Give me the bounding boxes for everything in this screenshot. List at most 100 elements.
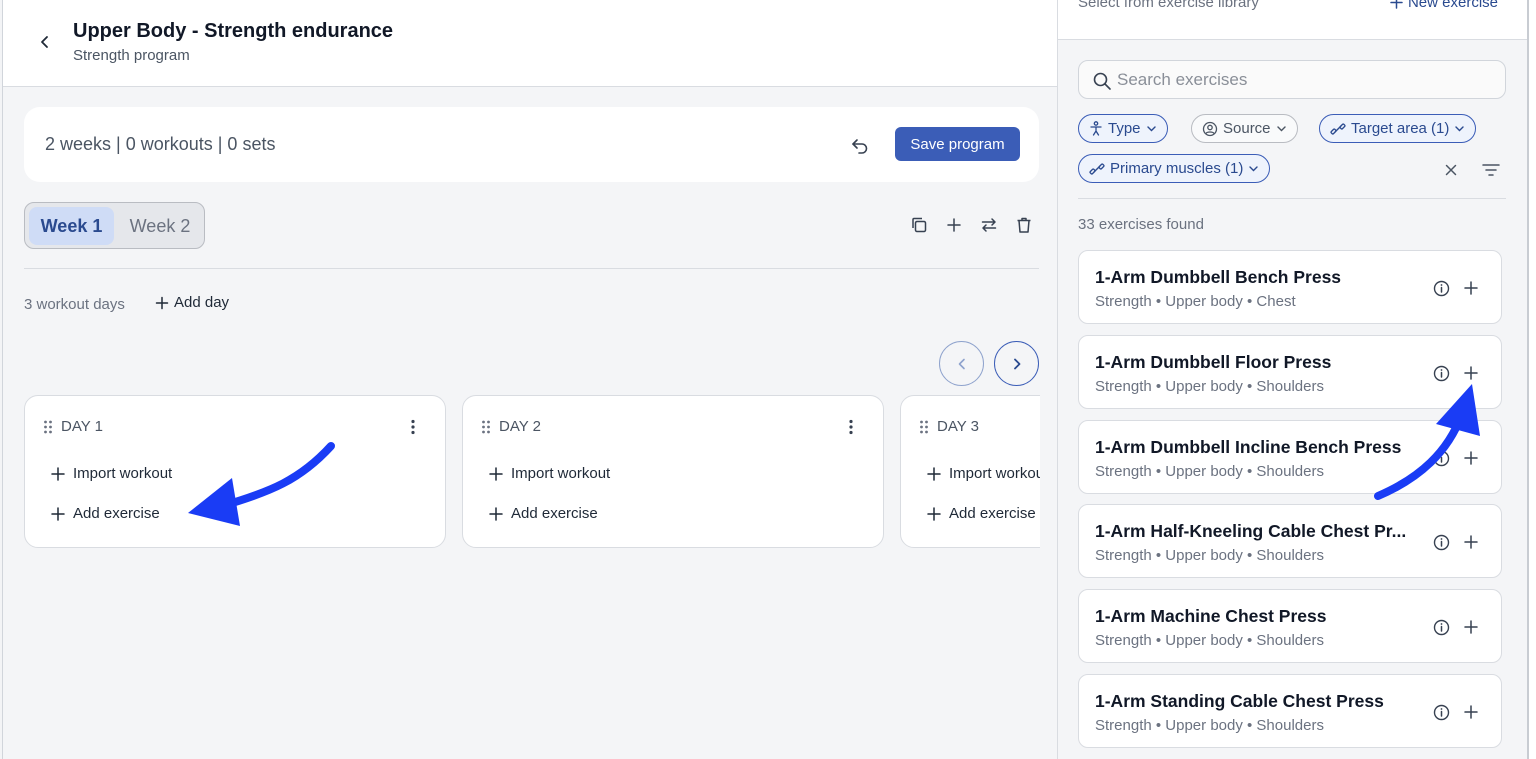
add-exercise-button[interactable]: Add exercise <box>489 505 598 522</box>
drag-handle-icon[interactable] <box>919 419 929 435</box>
day-card-3: DAY 3 Import workout Add exercise <box>900 395 1040 548</box>
exercise-name: 1-Arm Machine Chest Press <box>1095 606 1327 626</box>
undo-button[interactable] <box>846 131 874 159</box>
close-icon <box>1445 164 1457 176</box>
panel-header: Select from exercise library New exercis… <box>1058 0 1528 40</box>
import-workout-label: Import workout <box>511 465 611 482</box>
chevron-left-icon <box>41 36 48 48</box>
import-workout-button[interactable]: Import workout <box>51 465 172 482</box>
filter-target-area-label: Target area (1) <box>1351 120 1450 137</box>
filter-target-area[interactable]: Target area (1) <box>1319 114 1477 143</box>
chevron-down-icon <box>1276 126 1286 132</box>
add-day-button[interactable]: Add day <box>155 294 229 311</box>
filter-type[interactable]: Type <box>1078 114 1168 143</box>
exercise-info-button[interactable] <box>1431 278 1451 298</box>
exercise-card[interactable]: 1-Arm Half-Kneeling Cable Chest Pr... St… <box>1078 504 1502 578</box>
exercise-add-button[interactable] <box>1461 617 1481 637</box>
undo-icon <box>852 139 868 154</box>
filter-source-label: Source <box>1223 120 1271 137</box>
exercise-name: 1-Arm Standing Cable Chest Press <box>1095 691 1384 711</box>
exercise-card[interactable]: 1-Arm Machine Chest Press Strength • Upp… <box>1078 589 1502 663</box>
add-week-button[interactable] <box>943 213 964 237</box>
chevron-down-icon <box>1455 126 1465 132</box>
day-header: DAY 2 <box>481 418 541 435</box>
add-exercise-label: Add exercise <box>949 505 1036 522</box>
day-card-2: DAY 2 Import workout Add exercise <box>462 395 884 548</box>
days-next-button[interactable] <box>994 341 1039 386</box>
new-exercise-button[interactable]: New exercise <box>1390 0 1498 11</box>
section-divider <box>24 268 1039 269</box>
clear-filters-button[interactable] <box>1441 160 1461 180</box>
exercise-card[interactable]: 1-Arm Dumbbell Floor Press Strength • Up… <box>1078 335 1502 409</box>
exercise-card[interactable]: 1-Arm Dumbbell Bench Press Strength • Up… <box>1078 250 1502 324</box>
exercise-add-button[interactable] <box>1461 278 1481 298</box>
exercise-card[interactable]: 1-Arm Dumbbell Incline Bench Press Stren… <box>1078 420 1502 494</box>
copy-icon <box>911 217 926 233</box>
plus-icon <box>1464 366 1478 380</box>
plus-icon <box>927 466 941 481</box>
exercise-info-button[interactable] <box>1431 702 1451 722</box>
page-title: Upper Body - Strength endurance <box>73 20 394 42</box>
exercise-name: 1-Arm Dumbbell Floor Press <box>1095 352 1332 372</box>
copy-week-button[interactable] <box>908 213 929 237</box>
plus-icon <box>927 506 941 521</box>
day-label: DAY 3 <box>937 418 979 435</box>
import-workout-label: Import workout <box>949 465 1040 482</box>
exercise-name: 1-Arm Dumbbell Bench Press <box>1095 267 1342 287</box>
swap-week-button[interactable] <box>978 213 999 237</box>
plus-icon <box>51 506 65 521</box>
exercise-add-button[interactable] <box>1461 363 1481 383</box>
import-workout-button[interactable]: Import workout <box>489 465 610 482</box>
exercise-add-button[interactable] <box>1461 448 1481 468</box>
info-icon <box>1433 450 1449 466</box>
day-header: DAY 1 <box>43 418 103 435</box>
exercise-name: 1-Arm Dumbbell Incline Bench Press <box>1095 437 1402 457</box>
delete-week-button[interactable] <box>1013 213 1034 237</box>
tab-week-1[interactable]: Week 1 <box>29 207 114 245</box>
more-vertical-icon <box>411 419 415 435</box>
filter-lines-icon <box>1482 164 1500 176</box>
back-button[interactable] <box>31 28 59 56</box>
day-menu-button[interactable] <box>841 416 861 438</box>
add-exercise-button[interactable]: Add exercise <box>927 505 1036 522</box>
week-toolbar <box>908 213 1034 237</box>
exercise-meta: Strength • Upper body • Shoulders <box>1095 547 1324 564</box>
exercise-info-button[interactable] <box>1431 363 1451 383</box>
day-label: DAY 2 <box>499 418 541 435</box>
exercise-meta: Strength • Upper body • Shoulders <box>1095 463 1324 480</box>
search-input[interactable] <box>1117 67 1497 93</box>
plus-icon <box>155 296 169 309</box>
add-exercise-button[interactable]: Add exercise <box>51 505 160 522</box>
tab-week-2[interactable]: Week 2 <box>118 207 202 245</box>
exercise-info-button[interactable] <box>1431 617 1451 637</box>
exercise-add-button[interactable] <box>1461 702 1481 722</box>
results-count: 33 exercises found <box>1078 216 1204 233</box>
import-workout-button[interactable]: Import workout <box>927 465 1040 482</box>
filter-primary-muscles[interactable]: Primary muscles (1) <box>1078 154 1271 183</box>
exercise-card[interactable]: 1-Arm Standing Cable Chest Press Strengt… <box>1078 674 1502 748</box>
exercise-add-button[interactable] <box>1461 532 1481 552</box>
day-header: DAY 3 <box>919 418 979 435</box>
swap-icon <box>981 218 996 232</box>
chevron-left-icon <box>958 358 965 369</box>
program-editor: Upper Body - Strength endurance Strength… <box>2 0 1058 759</box>
filter-type-label: Type <box>1108 120 1141 137</box>
filter-source[interactable]: Source <box>1191 114 1298 143</box>
exercise-meta: Strength • Upper body • Shoulders <box>1095 378 1324 395</box>
drag-handle-icon[interactable] <box>43 419 53 435</box>
save-program-button[interactable]: Save program <box>895 127 1020 161</box>
program-summary-card: 2 weeks | 0 workouts | 0 sets Save progr… <box>24 107 1039 182</box>
trash-icon <box>1017 217 1030 233</box>
exercise-info-button[interactable] <box>1431 448 1451 468</box>
exercise-meta: Strength • Upper body • Chest <box>1095 293 1296 310</box>
plus-icon <box>946 218 961 232</box>
week-toggle: Week 1 Week 2 <box>24 202 205 249</box>
exercise-info-button[interactable] <box>1431 532 1451 552</box>
day-menu-button[interactable] <box>403 416 423 438</box>
drag-handle-icon[interactable] <box>481 419 491 435</box>
plus-icon <box>489 466 503 481</box>
filter-primary-muscles-label: Primary muscles (1) <box>1110 160 1244 177</box>
filters-divider <box>1078 198 1506 199</box>
days-prev-button[interactable] <box>939 341 984 386</box>
filter-options-button[interactable] <box>1480 159 1502 181</box>
